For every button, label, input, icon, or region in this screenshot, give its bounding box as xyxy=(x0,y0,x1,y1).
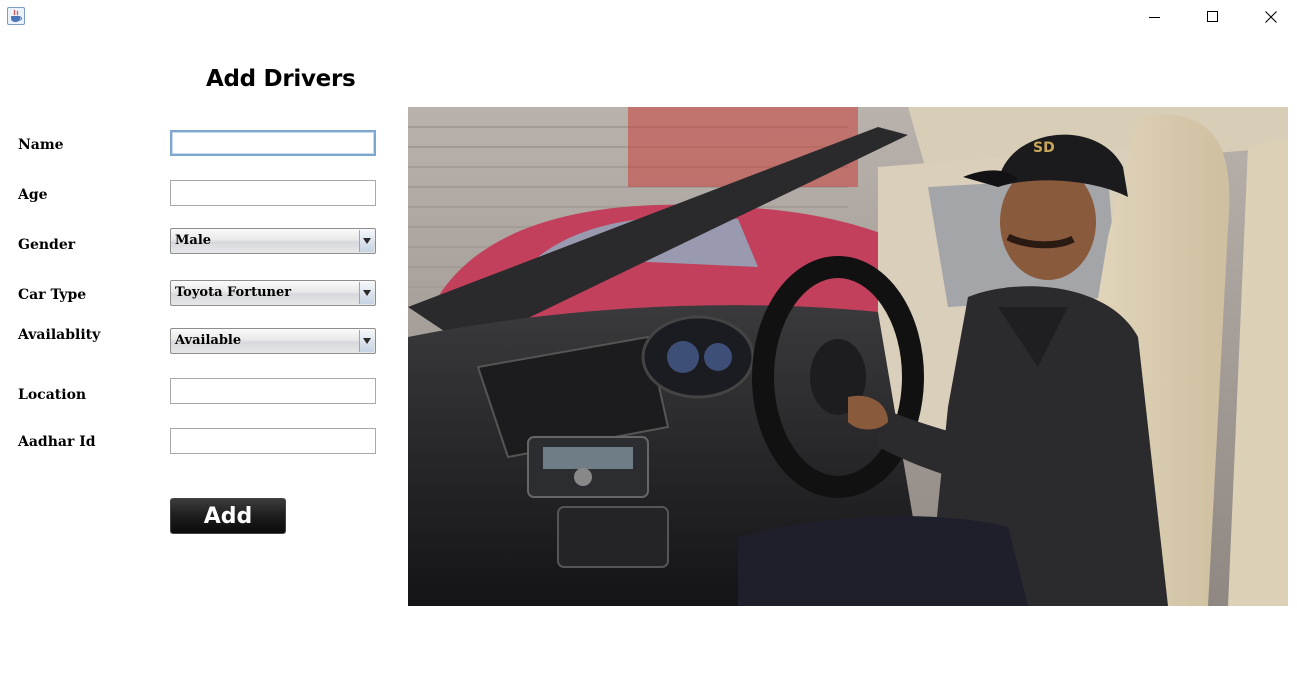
dropdown-arrow-icon[interactable] xyxy=(359,282,374,304)
age-label: Age xyxy=(18,187,48,203)
availability-label: Availablity xyxy=(18,327,101,343)
close-icon xyxy=(1265,11,1277,23)
location-label: Location xyxy=(18,387,87,403)
availability-selected-value: Available xyxy=(175,333,242,348)
close-button[interactable] xyxy=(1242,0,1297,34)
driver-photo: SD xyxy=(408,107,1288,606)
minimize-button[interactable] xyxy=(1126,0,1184,34)
gender-label: Gender xyxy=(18,237,76,253)
maximize-icon xyxy=(1207,11,1218,22)
name-field[interactable] xyxy=(170,130,376,156)
location-field[interactable] xyxy=(170,378,376,404)
car-type-label: Car Type xyxy=(18,287,87,303)
java-cup-icon[interactable] xyxy=(7,7,25,25)
dropdown-arrow-icon[interactable] xyxy=(359,230,374,252)
minimize-icon xyxy=(1149,17,1160,18)
add-button[interactable]: Add xyxy=(170,498,286,534)
availability-select[interactable]: Available xyxy=(170,328,376,354)
dropdown-arrow-icon[interactable] xyxy=(359,330,374,352)
svg-text:SD: SD xyxy=(1033,140,1055,156)
gender-select[interactable]: Male xyxy=(170,228,376,254)
title-bar xyxy=(0,0,1297,34)
maximize-button[interactable] xyxy=(1184,0,1242,34)
name-label: Name xyxy=(18,137,64,153)
aadhar-id-field[interactable] xyxy=(170,428,376,454)
aadhar-id-label: Aadhar Id xyxy=(18,434,96,450)
page-title: Add Drivers xyxy=(206,66,356,92)
car-type-selected-value: Toyota Fortuner xyxy=(175,285,292,300)
gender-selected-value: Male xyxy=(175,233,212,248)
age-field[interactable] xyxy=(170,180,376,206)
car-type-select[interactable]: Toyota Fortuner xyxy=(170,280,376,306)
